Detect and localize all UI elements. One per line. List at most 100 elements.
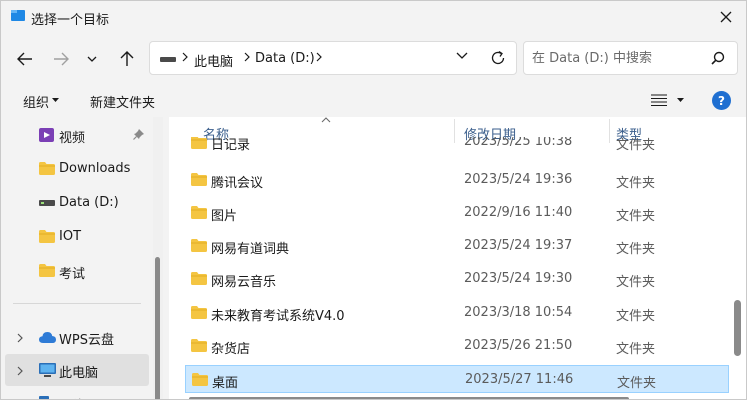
- chevron-right-icon[interactable]: [17, 366, 23, 376]
- caret-down-icon[interactable]: [677, 98, 684, 102]
- folder-icon: [191, 272, 207, 285]
- file-dialog-window: 选择一个目标 此电脑 Data (D:) 在 Data (D:) 中搜索 组织 …: [0, 0, 747, 400]
- recent-locations-button[interactable]: [81, 45, 103, 73]
- table-row[interactable]: 杂货店 2023/5/26 21:50 文件夹: [185, 332, 729, 360]
- file-modified: 2023/5/25 10:38: [464, 137, 573, 149]
- breadcrumb-data-drive[interactable]: Data (D:): [255, 51, 315, 66]
- file-type: 文件夹: [616, 209, 656, 224]
- sidebar-item-wps-cloud[interactable]: WPS云盘: [1, 321, 149, 353]
- file-name: 杂货店: [211, 342, 251, 357]
- file-modified: 2023/5/24 19:36: [464, 172, 573, 187]
- file-name: 桌面: [212, 376, 239, 391]
- table-row[interactable]: 网易有道词典 2023/5/24 19:37 文件夹: [185, 232, 729, 260]
- help-button[interactable]: ?: [712, 91, 731, 110]
- navigation-row: 此电脑 Data (D:): [1, 37, 746, 79]
- folder-icon: [39, 230, 55, 243]
- table-row[interactable]: 日记录 2023/5/25 10:38 文件夹: [185, 137, 729, 157]
- sidebar-item-data-drive[interactable]: Data (D:): [1, 187, 149, 219]
- up-button[interactable]: [113, 45, 141, 73]
- sidebar-item-label: Data (D:): [59, 195, 119, 210]
- command-toolbar: 组织 新建文件夹 ?: [1, 85, 746, 117]
- table-row-selected[interactable]: 桌面 2023/5/27 11:46 文件夹: [185, 365, 729, 393]
- drive-icon: [160, 57, 176, 62]
- file-type: 文件夹: [617, 376, 657, 391]
- file-modified: 2023/5/26 21:50: [464, 338, 573, 353]
- file-name: 网易云音乐: [211, 275, 277, 290]
- file-modified: 2022/9/16 11:40: [464, 205, 573, 220]
- folder-app-icon: [11, 10, 25, 21]
- search-box[interactable]: [523, 41, 738, 75]
- file-type: 文件夹: [616, 242, 656, 257]
- breadcrumb-this-pc[interactable]: 此电脑: [194, 51, 233, 70]
- file-name: 网易有道词典: [211, 242, 290, 257]
- file-type: 文件夹: [616, 309, 656, 324]
- sidebar-scrollbar[interactable]: [153, 117, 163, 399]
- sidebar-item-downloads[interactable]: Downloads: [1, 153, 149, 185]
- file-modified: 2023/5/27 11:46: [465, 372, 574, 387]
- sort-ascending-icon: [321, 117, 331, 123]
- chevron-right-icon: [182, 52, 188, 62]
- file-list-scrollbar-thumb[interactable]: [734, 300, 741, 356]
- chevron-down-icon[interactable]: [456, 52, 468, 60]
- organize-button[interactable]: 组织: [23, 92, 49, 111]
- network-icon: [39, 396, 49, 399]
- sidebar-item-label: Downloads: [59, 161, 131, 176]
- file-modified: 2023/5/24 19:37: [464, 238, 573, 253]
- navigation-pane: 视频 Downloads Data (D:) IOT 考试 WPS云盘 此电脑: [1, 117, 153, 399]
- sidebar-scrollbar-thumb[interactable]: [155, 257, 160, 399]
- search-icon[interactable]: [711, 51, 725, 65]
- folder-icon: [39, 162, 55, 175]
- folder-icon: [191, 206, 207, 219]
- chevron-right-icon: [244, 52, 250, 62]
- drive-icon: [39, 200, 55, 206]
- folder-icon: [191, 239, 207, 252]
- sidebar-item-label: 视频: [59, 131, 86, 146]
- close-icon: [720, 11, 732, 23]
- folder-icon: [192, 373, 208, 386]
- title-bar: 选择一个目标: [1, 1, 746, 33]
- new-folder-button[interactable]: 新建文件夹: [90, 92, 155, 111]
- file-name: 未来教育考试系统V4.0: [211, 309, 345, 324]
- view-list-icon[interactable]: [651, 94, 667, 106]
- back-button[interactable]: [11, 45, 39, 73]
- arrow-left-icon: [17, 52, 32, 66]
- computer-icon: [39, 363, 56, 377]
- arrow-right-icon: [54, 52, 69, 66]
- sidebar-item-label: 此电脑: [59, 366, 99, 381]
- file-modified: 2023/5/24 19:30: [464, 271, 573, 286]
- arrow-up-icon: [120, 51, 134, 66]
- sidebar-item-label: 考试: [59, 267, 86, 282]
- folder-icon: [191, 137, 207, 149]
- refresh-icon[interactable]: [490, 50, 506, 66]
- file-list-scrollbar[interactable]: [730, 117, 746, 399]
- window-title: 选择一个目标: [31, 13, 110, 28]
- sidebar-item-network[interactable]: 网络: [1, 387, 149, 399]
- file-type: 文件夹: [616, 176, 656, 191]
- file-name: 日记录: [211, 138, 251, 153]
- sidebar-item-label: WPS云盘: [59, 333, 114, 348]
- caret-down-icon[interactable]: [52, 98, 59, 102]
- folder-icon: [191, 339, 207, 352]
- cloud-icon: [39, 332, 56, 343]
- table-row[interactable]: 网易云音乐 2023/5/24 19:30 文件夹: [185, 265, 729, 293]
- table-row[interactable]: 图片 2022/9/16 11:40 文件夹: [185, 199, 729, 227]
- close-button[interactable]: [712, 5, 740, 29]
- pin-icon[interactable]: [133, 129, 144, 140]
- video-folder-icon: [39, 128, 54, 142]
- forward-button[interactable]: [47, 45, 75, 73]
- sidebar-item-iot[interactable]: IOT: [1, 221, 149, 253]
- chevron-right-icon[interactable]: [17, 333, 23, 343]
- file-name: 腾讯会议: [211, 176, 264, 191]
- file-list: 名称 修改日期 类型 日记录 2023/5/25 10:38 文件夹 腾讯会议 …: [169, 117, 746, 399]
- table-row[interactable]: 腾讯会议 2023/5/24 19:36 文件夹: [185, 166, 729, 194]
- folder-icon: [191, 306, 207, 319]
- file-type: 文件夹: [616, 275, 656, 290]
- sidebar-item-exam[interactable]: 考试: [1, 255, 149, 287]
- table-row[interactable]: 未来教育考试系统V4.0 2023/3/18 10:54 文件夹: [185, 299, 729, 327]
- search-input[interactable]: [532, 48, 702, 68]
- chevron-right-icon: [316, 52, 322, 62]
- address-bar[interactable]: 此电脑 Data (D:): [149, 41, 517, 75]
- sidebar-item-this-pc[interactable]: 此电脑: [5, 354, 149, 386]
- sidebar-item-videos[interactable]: 视频: [1, 119, 149, 151]
- folder-icon: [191, 173, 207, 186]
